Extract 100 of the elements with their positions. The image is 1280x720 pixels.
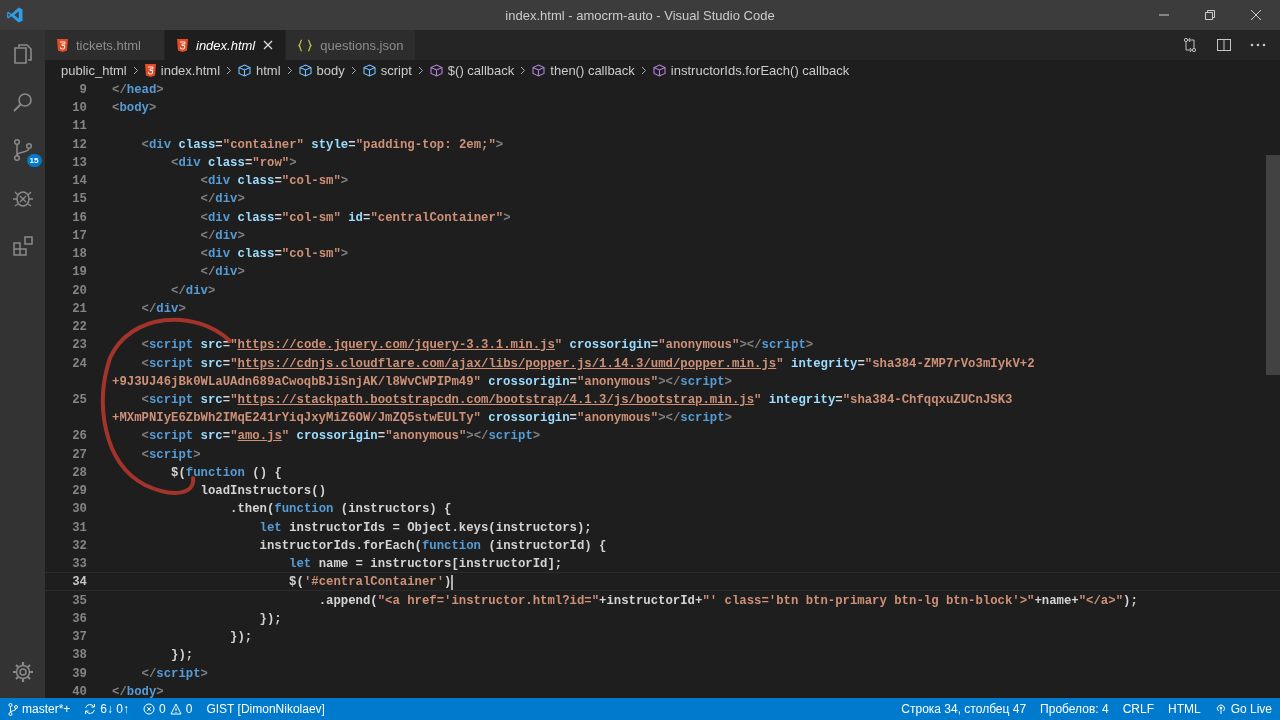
- code-text: });: [259, 611, 282, 626]
- breadcrumb-item[interactable]: then() callback: [532, 62, 635, 78]
- code-keyword: function: [274, 502, 334, 517]
- code-text: (instructorId) {: [488, 538, 607, 553]
- chevron-icon: [520, 65, 527, 75]
- code-string: +9J3UJ46jBk0WLaUAdn689aCwoqbBJiSnjAK/l8WvCWPIPm49": [112, 374, 481, 389]
- code-punctuation: >: [156, 684, 164, 698]
- code-text: =: [274, 210, 282, 225]
- code-tag: div: [178, 155, 201, 170]
- status-item[interactable]: Пробелов: 4: [1040, 702, 1109, 716]
- code-keyword: let: [259, 520, 282, 535]
- code-tag: div: [207, 210, 231, 225]
- close-icon[interactable]: [1250, 9, 1262, 21]
- code-string: "col-sm": [281, 210, 341, 225]
- code-attribute: class: [178, 137, 216, 152]
- editor-tab[interactable]: questions.json: [286, 30, 417, 60]
- code-string: ": [230, 393, 238, 407]
- code-tag: script: [148, 393, 194, 407]
- code-text: (instructors) {: [340, 502, 452, 517]
- split-editor-icon[interactable]: [1216, 37, 1232, 53]
- branch-indicator[interactable]: master*+: [8, 702, 71, 716]
- line-number: 25: [72, 393, 87, 407]
- status-item[interactable]: HTML: [1167, 702, 1201, 716]
- chevron-icon: [640, 65, 647, 75]
- restore-icon[interactable]: [1204, 9, 1216, 21]
- code-text: loadInstructors(): [200, 484, 326, 499]
- gist-status[interactable]: GIST [DimonNikolaev]: [206, 702, 325, 716]
- line-number: 22: [72, 320, 87, 335]
- editor-tab[interactable]: tickets.html: [45, 30, 165, 60]
- code-text: =: [222, 429, 231, 444]
- code-attribute: id: [348, 210, 363, 225]
- code-punctuation: >: [178, 301, 186, 316]
- code-text: =: [377, 429, 386, 444]
- line-number: 29: [72, 484, 87, 499]
- code-attribute: style: [311, 137, 349, 152]
- line-number: 10: [72, 101, 87, 116]
- chevron-icon: [286, 65, 293, 75]
- code-punctuation: </: [112, 83, 127, 97]
- line-number: 36: [72, 611, 87, 626]
- code-text: +name+: [1034, 593, 1079, 608]
- scrollbar-thumb[interactable]: [1266, 155, 1280, 375]
- code-punctuation: >: [724, 411, 732, 426]
- code-tag: div: [156, 301, 179, 316]
- code-punctuation: <: [141, 393, 149, 407]
- breadcrumb-item[interactable]: body: [298, 62, 345, 78]
- html-file-icon: [57, 38, 68, 52]
- status-item[interactable]: Строка 34, столбец 47: [901, 702, 1027, 716]
- cube-icon: [652, 63, 666, 77]
- line-number: 23: [72, 338, 87, 353]
- more-icon[interactable]: [1250, 43, 1266, 47]
- cube-icon: [429, 63, 443, 77]
- code-tag: script: [156, 666, 201, 681]
- code-text: =: [835, 393, 843, 407]
- code-punctuation: </: [141, 666, 157, 681]
- breadcrumb-item[interactable]: $() callback: [429, 62, 515, 78]
- line-number: 17: [72, 228, 87, 243]
- code-string: "anonymous": [658, 338, 740, 353]
- line-number: 32: [72, 538, 87, 553]
- code-punctuation: >: [148, 101, 157, 116]
- code-text: $(: [289, 575, 304, 590]
- problems-indicator[interactable]: 0 0: [143, 702, 193, 716]
- code-text: $(: [171, 465, 186, 480]
- extensions-icon[interactable]: [10, 234, 35, 258]
- code-keyword: function: [421, 538, 481, 553]
- editor-tab[interactable]: index.html: [165, 30, 287, 60]
- warning-icon: [169, 703, 182, 715]
- close-icon[interactable]: [263, 40, 274, 50]
- code-keyword: function: [185, 465, 245, 480]
- code-punctuation: >: [495, 137, 504, 152]
- compare-changes-icon[interactable]: [1182, 37, 1198, 53]
- code-attribute: class: [237, 247, 275, 262]
- breadcrumb-item[interactable]: html: [238, 62, 281, 78]
- status-item[interactable]: CRLF: [1122, 702, 1154, 716]
- settings-icon[interactable]: [10, 660, 35, 684]
- breadcrumb-item[interactable]: public_html: [61, 62, 127, 78]
- code-punctuation: >: [289, 155, 297, 170]
- code-string: "</a>": [1078, 593, 1123, 608]
- code-text: =: [857, 356, 865, 371]
- code-punctuation: >: [340, 247, 349, 262]
- code-punctuation: >: [207, 283, 216, 298]
- code-string: "' class='btn btn-primary btn-lg btn-block'>": [702, 593, 1035, 608]
- line-number: 33: [72, 557, 87, 572]
- app-logo-icon: [6, 6, 24, 24]
- breadcrumb-item[interactable]: index.html: [144, 62, 220, 78]
- code-punctuation: <: [200, 247, 208, 262]
- breadcrumb-item[interactable]: script: [362, 62, 412, 78]
- cube-icon: [362, 63, 376, 77]
- code-tag: script: [680, 374, 725, 389]
- go-live-button[interactable]: Go Live: [1214, 702, 1272, 716]
- code-punctuation: <: [141, 447, 149, 462]
- code-punctuation: </: [200, 265, 216, 280]
- code-text: +instructorId+: [599, 593, 703, 608]
- sync-indicator[interactable]: 6↓ 0↑: [84, 702, 130, 716]
- code-tag: body: [126, 684, 157, 698]
- code-tag: head: [126, 83, 157, 97]
- chevron-icon: [350, 65, 357, 75]
- html-file-icon: [177, 38, 188, 52]
- code-string: "anonymous": [576, 411, 659, 426]
- breadcrumb-item[interactable]: instructorIds.forEach() callback: [652, 62, 850, 78]
- code-attribute: integrity: [768, 393, 836, 407]
